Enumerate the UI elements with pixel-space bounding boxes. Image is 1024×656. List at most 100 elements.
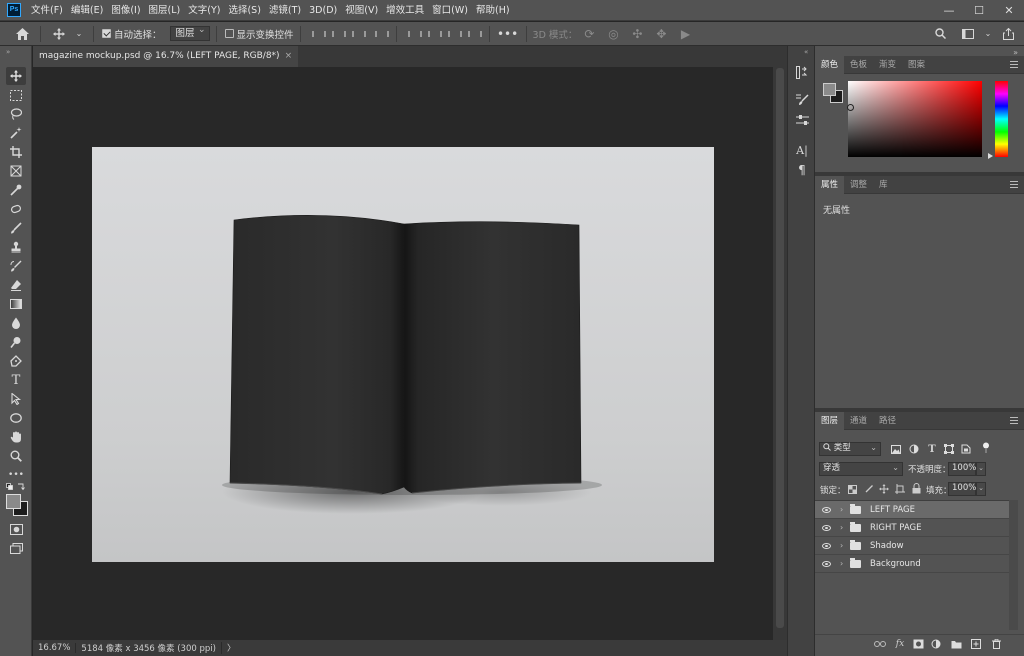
layer-name[interactable]: Shadow bbox=[870, 541, 904, 551]
vertical-scrollbar-thumb[interactable] bbox=[776, 68, 784, 628]
menu-plugins[interactable]: 增效工具 bbox=[382, 0, 428, 21]
menu-filter[interactable]: 滤镜(T) bbox=[265, 0, 305, 21]
layer-name[interactable]: Background bbox=[870, 559, 921, 569]
menu-window[interactable]: 窗口(W) bbox=[428, 0, 472, 21]
3d-roll-icon[interactable]: ◎ bbox=[605, 26, 621, 42]
menu-type[interactable]: 文字(Y) bbox=[184, 0, 224, 21]
tab-color[interactable]: 颜色 bbox=[815, 55, 845, 74]
menu-3d[interactable]: 3D(D) bbox=[305, 0, 341, 21]
3d-slide-icon[interactable]: ✥ bbox=[653, 26, 669, 42]
fx-icon[interactable]: fx bbox=[894, 638, 906, 650]
tab-channels[interactable]: 通道 bbox=[844, 412, 873, 430]
menu-image[interactable]: 图像(I) bbox=[107, 0, 144, 21]
more-options-icon[interactable]: ••• bbox=[497, 26, 518, 42]
home-icon[interactable] bbox=[14, 26, 30, 42]
paragraph-panel-icon[interactable]: ¶ bbox=[794, 162, 810, 178]
close-window-button[interactable]: ✕ bbox=[994, 0, 1024, 21]
align-right-icon[interactable] bbox=[351, 29, 366, 39]
tab-gradients[interactable]: 渐变 bbox=[873, 56, 902, 74]
fill-dropdown-icon[interactable]: ⌄ bbox=[976, 482, 986, 496]
layers-panel-menu-icon[interactable] bbox=[1010, 417, 1018, 424]
brush-tool-button[interactable] bbox=[6, 219, 26, 237]
show-transform-checkbox[interactable] bbox=[224, 29, 234, 38]
document-tab[interactable]: magazine mockup.psd @ 16.7% (LEFT PAGE, … bbox=[33, 46, 299, 67]
frame-tool-button[interactable] bbox=[6, 162, 26, 180]
properties-panel-menu-icon[interactable] bbox=[1010, 181, 1018, 188]
filter-smart-object-icon[interactable] bbox=[960, 443, 972, 455]
new-layer-icon[interactable] bbox=[970, 638, 982, 650]
move-tool-icon[interactable] bbox=[51, 26, 67, 42]
close-tab-icon[interactable]: × bbox=[285, 46, 293, 67]
visibility-eye-icon[interactable] bbox=[822, 560, 831, 567]
path-selection-tool-button[interactable] bbox=[6, 390, 26, 408]
document-canvas[interactable] bbox=[92, 147, 714, 562]
filter-type-icon[interactable]: T bbox=[926, 443, 938, 455]
hand-tool-button[interactable] bbox=[6, 428, 26, 446]
trash-icon[interactable] bbox=[990, 638, 1002, 650]
layers-scrollbar[interactable] bbox=[1009, 500, 1018, 630]
distribute-icon[interactable] bbox=[374, 29, 389, 39]
visibility-eye-icon[interactable] bbox=[822, 506, 831, 513]
opacity-input[interactable]: 100% bbox=[948, 462, 976, 476]
opacity-dropdown-icon[interactable]: ⌄ bbox=[976, 462, 986, 476]
blur-tool-button[interactable] bbox=[6, 314, 26, 332]
quick-mask-icon[interactable] bbox=[6, 520, 26, 538]
blend-mode-dropdown[interactable]: 穿透 ⌄ bbox=[819, 462, 903, 476]
workspace-icon[interactable] bbox=[960, 26, 976, 42]
tab-paths[interactable]: 路径 bbox=[873, 412, 902, 430]
foreground-color-swatch[interactable] bbox=[6, 494, 21, 509]
type-tool-button[interactable]: T bbox=[6, 371, 26, 389]
filter-shape-icon[interactable] bbox=[943, 443, 955, 455]
minimize-button[interactable]: — bbox=[934, 0, 964, 21]
maximize-button[interactable]: ☐ bbox=[964, 0, 994, 21]
menu-layer[interactable]: 图层(L) bbox=[145, 0, 185, 21]
tab-properties[interactable]: 属性 bbox=[815, 175, 845, 194]
screen-mode-icon[interactable] bbox=[6, 539, 26, 557]
menu-view[interactable]: 视图(V) bbox=[341, 0, 382, 21]
expand-chevron-icon[interactable]: › bbox=[840, 523, 847, 532]
magic-wand-tool-button[interactable] bbox=[6, 124, 26, 142]
adjustments-icon[interactable] bbox=[794, 112, 810, 128]
pen-tool-button[interactable] bbox=[6, 352, 26, 370]
expand-chevron-icon[interactable]: › bbox=[840, 559, 847, 568]
layer-row-left-page[interactable]: › LEFT PAGE bbox=[815, 501, 1009, 519]
filter-pixel-icon[interactable] bbox=[890, 443, 902, 455]
search-icon[interactable] bbox=[932, 26, 948, 42]
align-center-h-icon[interactable] bbox=[331, 29, 346, 39]
tab-patterns[interactable]: 图案 bbox=[902, 56, 931, 74]
color-picker-field[interactable] bbox=[848, 81, 982, 157]
character-panel-icon[interactable]: A| bbox=[794, 142, 810, 158]
chevron-down-icon[interactable]: ⌄ bbox=[75, 26, 83, 42]
color-panel-foreground-swatch[interactable] bbox=[823, 83, 836, 96]
3d-drag-icon[interactable]: ✣ bbox=[629, 26, 645, 42]
tab-libraries[interactable]: 库 bbox=[873, 176, 894, 194]
layer-row-background[interactable]: › Background bbox=[815, 555, 1009, 573]
menu-select[interactable]: 选择(S) bbox=[224, 0, 264, 21]
color-picker-cursor[interactable] bbox=[847, 104, 854, 111]
tab-adjustments[interactable]: 调整 bbox=[844, 176, 873, 194]
lock-pixels-icon[interactable] bbox=[862, 483, 874, 495]
document-info[interactable]: 5184 像素 x 3456 像素 (300 ppi) bbox=[76, 642, 222, 654]
ellipse-tool-button[interactable] bbox=[6, 409, 26, 427]
align-bottom-icon[interactable] bbox=[447, 29, 462, 39]
lock-all-icon[interactable] bbox=[910, 482, 922, 494]
hue-slider-marker[interactable] bbox=[988, 153, 993, 159]
color-panel-menu-icon[interactable] bbox=[1010, 61, 1018, 68]
align-middle-v-icon[interactable] bbox=[427, 29, 442, 39]
zoom-level[interactable]: 16.67% bbox=[33, 643, 77, 653]
layer-name[interactable]: RIGHT PAGE bbox=[870, 523, 922, 533]
stamp-tool-button[interactable] bbox=[6, 238, 26, 256]
expand-chevron-icon[interactable]: › bbox=[840, 541, 847, 550]
eraser-tool-button[interactable] bbox=[6, 276, 26, 294]
lock-artboard-icon[interactable] bbox=[894, 483, 906, 495]
zoom-tool-button[interactable] bbox=[6, 447, 26, 465]
auto-select-dropdown[interactable]: 图层 bbox=[169, 24, 210, 41]
tab-swatches[interactable]: 色板 bbox=[844, 56, 873, 74]
3d-orbit-icon[interactable]: ⟳ bbox=[581, 26, 597, 42]
filter-toggle-icon[interactable] bbox=[980, 442, 992, 454]
workspace-chevron-icon[interactable]: ⌄ bbox=[984, 26, 992, 42]
adjustment-icon[interactable] bbox=[930, 638, 942, 650]
healing-brush-tool-button[interactable] bbox=[6, 200, 26, 218]
layer-name[interactable]: LEFT PAGE bbox=[870, 505, 915, 515]
group-icon[interactable] bbox=[950, 638, 962, 650]
